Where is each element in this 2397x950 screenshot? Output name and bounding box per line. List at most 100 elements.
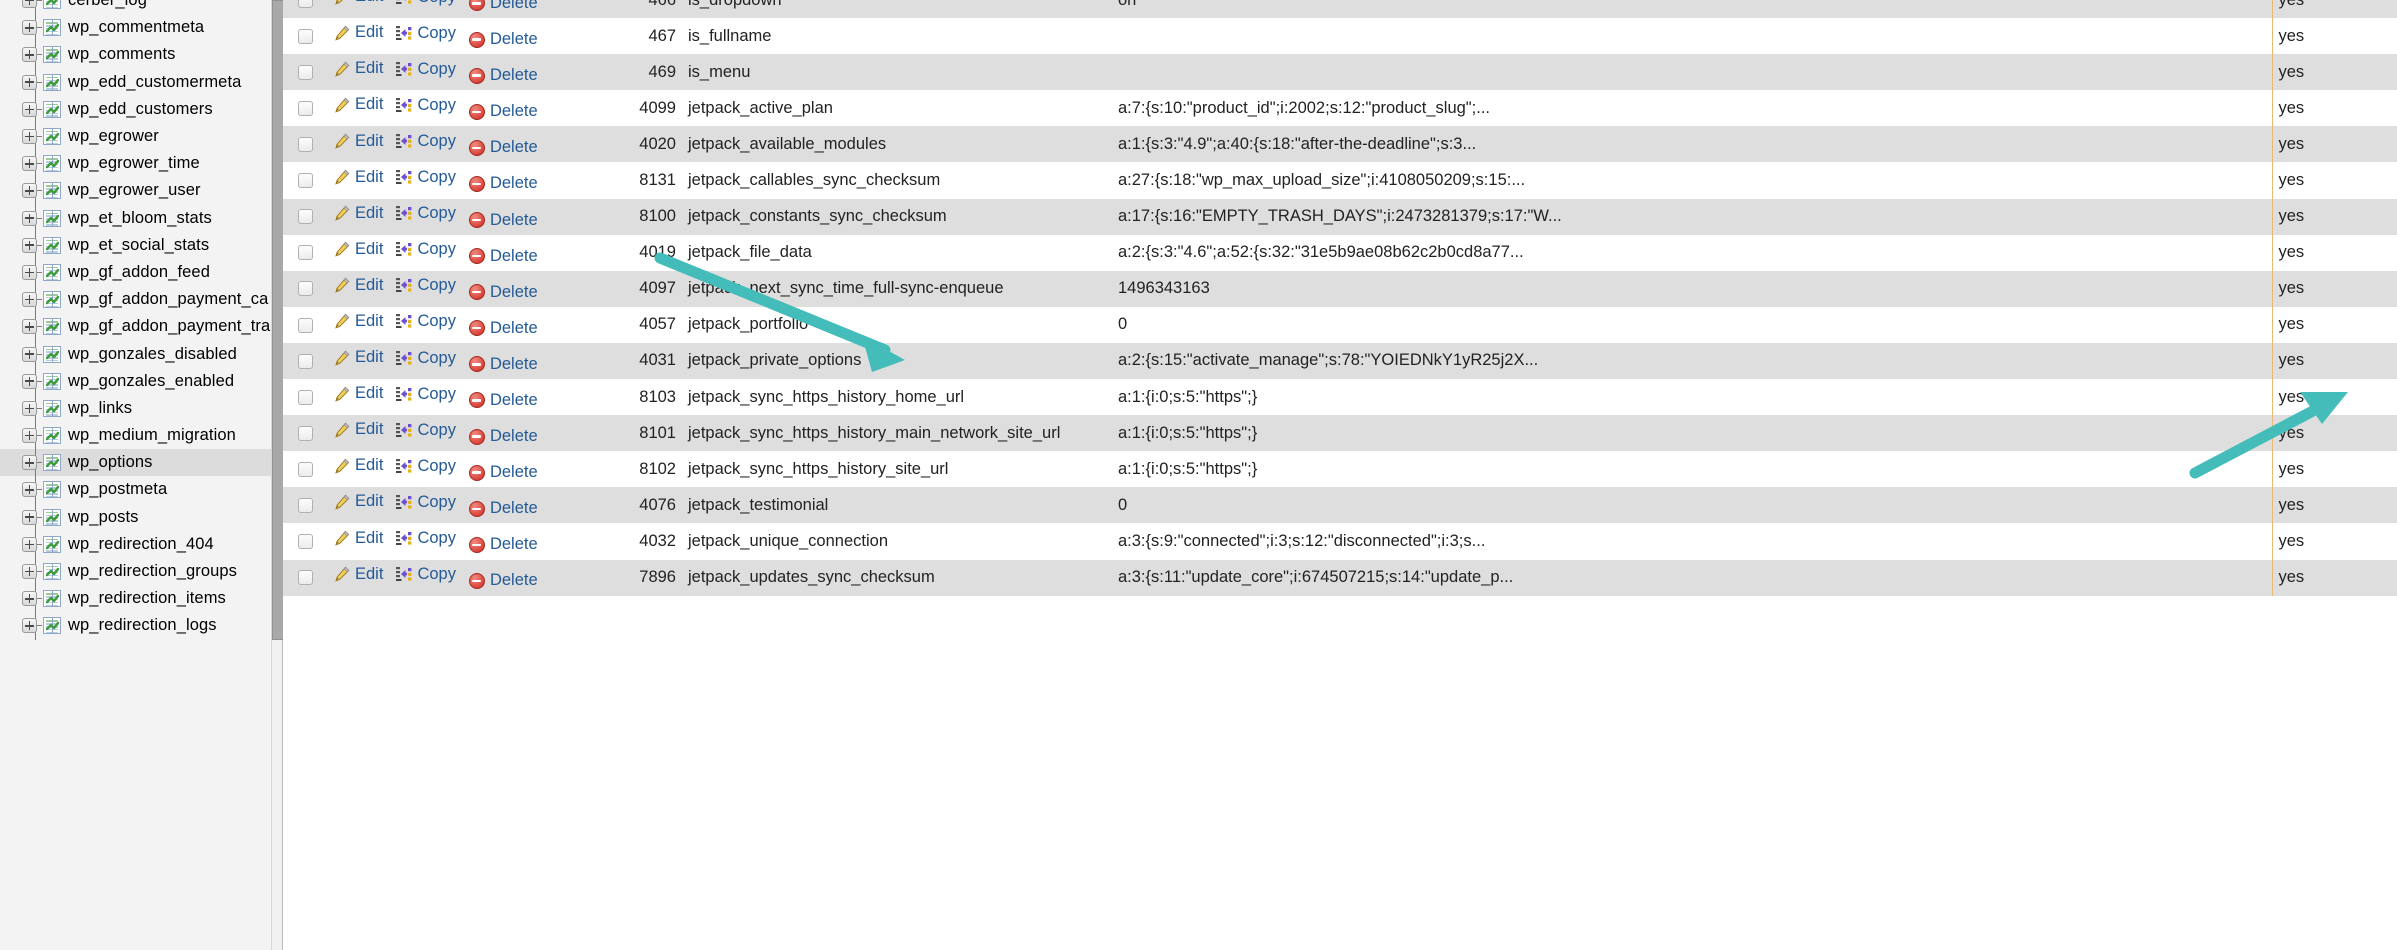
edit-action[interactable]: Edit	[334, 312, 383, 331]
row-checkbox[interactable]	[298, 498, 313, 513]
plus-expand-icon[interactable]	[22, 211, 37, 226]
row-checkbox[interactable]	[298, 173, 313, 188]
delete-action[interactable]: Delete	[469, 535, 538, 554]
row-select-cell[interactable]	[283, 343, 328, 379]
plus-expand-icon[interactable]	[22, 183, 37, 198]
edit-action[interactable]: Edit	[334, 420, 383, 439]
row-checkbox[interactable]	[298, 354, 313, 369]
copy-action[interactable]: Copy	[396, 565, 456, 584]
table-row[interactable]: EditCopyDelete4097jetpack_next_sync_time…	[283, 271, 2397, 307]
row-select-cell[interactable]	[283, 18, 328, 54]
row-select-cell[interactable]	[283, 451, 328, 487]
plus-expand-icon[interactable]	[22, 319, 37, 334]
edit-action[interactable]: Edit	[334, 276, 383, 295]
delete-action[interactable]: Delete	[469, 174, 538, 193]
copy-action[interactable]: Copy	[396, 24, 456, 43]
row-select-cell[interactable]	[283, 54, 328, 90]
copy-action[interactable]: Copy	[396, 96, 456, 115]
plus-expand-icon[interactable]	[22, 102, 37, 117]
row-checkbox[interactable]	[298, 29, 313, 44]
copy-action[interactable]: Copy	[396, 529, 456, 548]
table-row[interactable]: EditCopyDelete4057jetpack_portfolio0yes	[283, 307, 2397, 343]
tree-item-wp_et_social_stats[interactable]: wp_et_social_stats	[0, 232, 271, 259]
copy-action[interactable]: Copy	[396, 0, 456, 7]
table-row[interactable]: EditCopyDelete466is_dropdownonyes	[283, 0, 2397, 18]
delete-action[interactable]: Delete	[469, 211, 538, 230]
table-row[interactable]: EditCopyDelete467is_fullnameyes	[283, 18, 2397, 54]
table-row[interactable]: EditCopyDelete469is_menuyes	[283, 54, 2397, 90]
database-table-tree[interactable]: cerber_logwp_commentmetawp_commentswp_ed…	[0, 0, 271, 640]
edit-action[interactable]: Edit	[334, 240, 383, 259]
row-checkbox[interactable]	[298, 281, 313, 296]
row-select-cell[interactable]	[283, 560, 328, 596]
copy-action[interactable]: Copy	[396, 276, 456, 295]
plus-expand-icon[interactable]	[22, 537, 37, 552]
tree-item-wp_egrower_time[interactable]: wp_egrower_time	[0, 150, 271, 177]
edit-action[interactable]: Edit	[334, 348, 383, 367]
delete-action[interactable]: Delete	[469, 499, 538, 518]
delete-action[interactable]: Delete	[469, 247, 538, 266]
database-tree-sidebar[interactable]: cerber_logwp_commentmetawp_commentswp_ed…	[0, 0, 271, 950]
row-select-cell[interactable]	[283, 307, 328, 343]
row-actions-cell[interactable]: EditCopyDelete	[328, 487, 590, 523]
copy-action[interactable]: Copy	[396, 349, 456, 368]
plus-expand-icon[interactable]	[22, 428, 37, 443]
copy-action[interactable]: Copy	[396, 312, 456, 331]
plus-expand-icon[interactable]	[22, 374, 37, 389]
table-row[interactable]: EditCopyDelete8102jetpack_sync_https_his…	[283, 451, 2397, 487]
tree-item-wp_et_bloom_stats[interactable]: wp_et_bloom_stats	[0, 205, 271, 232]
copy-action[interactable]: Copy	[396, 457, 456, 476]
row-checkbox[interactable]	[298, 534, 313, 549]
plus-expand-icon[interactable]	[22, 510, 37, 525]
edit-action[interactable]: Edit	[334, 168, 383, 187]
row-select-cell[interactable]	[283, 90, 328, 126]
table-row[interactable]: EditCopyDelete4031jetpack_private_option…	[283, 343, 2397, 379]
row-checkbox[interactable]	[298, 137, 313, 152]
table-row[interactable]: EditCopyDelete7896jetpack_updates_sync_c…	[283, 560, 2397, 596]
edit-action[interactable]: Edit	[334, 492, 383, 511]
tree-item-wp_egrower[interactable]: wp_egrower	[0, 123, 271, 150]
copy-action[interactable]: Copy	[396, 240, 456, 259]
row-checkbox[interactable]	[298, 426, 313, 441]
copy-action[interactable]: Copy	[396, 168, 456, 187]
row-select-cell[interactable]	[283, 523, 328, 559]
copy-action[interactable]: Copy	[396, 132, 456, 151]
table-row[interactable]: EditCopyDelete4099jetpack_active_plana:7…	[283, 90, 2397, 126]
tree-item-wp_links[interactable]: wp_links	[0, 395, 271, 422]
delete-action[interactable]: Delete	[469, 319, 538, 338]
table-row[interactable]: EditCopyDelete4020jetpack_available_modu…	[283, 126, 2397, 162]
tree-item-wp_comments[interactable]: wp_comments	[0, 41, 271, 68]
table-row[interactable]: EditCopyDelete8101jetpack_sync_https_his…	[283, 415, 2397, 451]
plus-expand-icon[interactable]	[22, 75, 37, 90]
row-select-cell[interactable]	[283, 199, 328, 235]
row-select-cell[interactable]	[283, 235, 328, 271]
delete-action[interactable]: Delete	[469, 102, 538, 121]
edit-action[interactable]: Edit	[334, 456, 383, 475]
delete-action[interactable]: Delete	[469, 427, 538, 446]
copy-action[interactable]: Copy	[396, 204, 456, 223]
row-checkbox[interactable]	[298, 101, 313, 116]
delete-action[interactable]: Delete	[469, 391, 538, 410]
row-actions-cell[interactable]: EditCopyDelete	[328, 0, 590, 18]
row-select-cell[interactable]	[283, 415, 328, 451]
tree-item-wp_options[interactable]: wp_options	[0, 449, 271, 476]
table-row[interactable]: EditCopyDelete4032jetpack_unique_connect…	[283, 523, 2397, 559]
row-select-cell[interactable]	[283, 271, 328, 307]
delete-action[interactable]: Delete	[469, 283, 538, 302]
edit-action[interactable]: Edit	[334, 204, 383, 223]
row-checkbox[interactable]	[298, 318, 313, 333]
delete-action[interactable]: Delete	[469, 571, 538, 590]
plus-expand-icon[interactable]	[22, 0, 37, 8]
row-checkbox[interactable]	[298, 209, 313, 224]
row-actions-cell[interactable]: Edit Copy Delete	[328, 90, 590, 126]
tree-item-wp_redirection_404[interactable]: wp_redirection_404	[0, 531, 271, 558]
edit-action[interactable]: Edit	[334, 0, 383, 6]
edit-action[interactable]: Edit	[334, 95, 383, 114]
edit-action[interactable]: Edit	[334, 59, 383, 78]
row-checkbox[interactable]	[298, 390, 313, 405]
row-select-cell[interactable]	[283, 162, 328, 198]
plus-expand-icon[interactable]	[22, 591, 37, 606]
row-actions-cell[interactable]: Edit Copy Delete	[328, 307, 590, 343]
table-row[interactable]: EditCopyDelete8103jetpack_sync_https_his…	[283, 379, 2397, 415]
tree-item-wp_redirection_logs[interactable]: wp_redirection_logs	[0, 612, 271, 639]
